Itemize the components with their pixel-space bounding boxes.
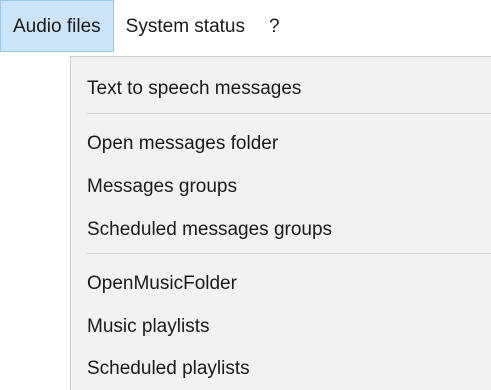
menu-item-label: OpenMusicFolder: [87, 273, 237, 294]
menu-item-open-music-folder[interactable]: OpenMusicFolder: [71, 264, 491, 304]
menu-item-messages-groups[interactable]: Messages groups: [71, 167, 491, 207]
menu-help[interactable]: ?: [257, 0, 292, 52]
menu-item-music-playlists[interactable]: Music playlists: [71, 307, 491, 347]
menu-item-label: Messages groups: [87, 176, 237, 197]
menu-item-label: Open messages folder: [87, 133, 279, 154]
menu-separator: [87, 113, 491, 114]
menu-separator: [87, 253, 491, 254]
menu-item-label: Music playlists: [87, 316, 210, 337]
menu-system-status[interactable]: System status: [114, 0, 257, 52]
menu-audio-files-label: Audio files: [13, 16, 101, 37]
menu-item-label: Text to speech messages: [87, 78, 302, 99]
menu-bar: Audio files System status ?: [0, 0, 491, 52]
menu-item-label: Scheduled playlists: [87, 358, 250, 379]
menu-item-open-messages-folder[interactable]: Open messages folder: [71, 124, 491, 164]
menu-audio-files[interactable]: Audio files: [0, 0, 114, 52]
menu-item-text-to-speech[interactable]: Text to speech messages: [71, 69, 491, 109]
menu-item-scheduled-playlists[interactable]: Scheduled playlists: [71, 349, 491, 389]
audio-files-dropdown: Text to speech messages Open messages fo…: [70, 56, 491, 390]
menu-help-label: ?: [269, 16, 280, 37]
menu-item-scheduled-messages-groups[interactable]: Scheduled messages groups: [71, 210, 491, 250]
menu-system-status-label: System status: [125, 16, 245, 37]
menu-item-label: Scheduled messages groups: [87, 219, 333, 240]
